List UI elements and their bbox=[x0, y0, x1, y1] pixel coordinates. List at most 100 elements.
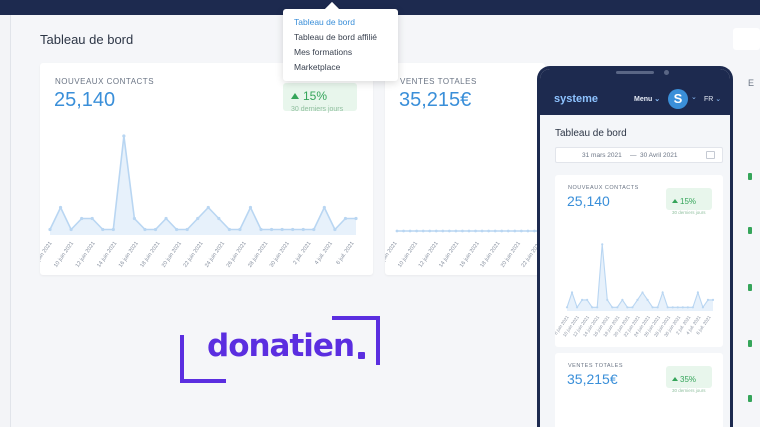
data-point bbox=[601, 243, 604, 246]
data-point bbox=[631, 306, 634, 309]
data-point bbox=[415, 229, 419, 233]
data-point bbox=[217, 216, 221, 221]
data-point bbox=[333, 227, 337, 232]
x-tick-label: 12 juin 2021 bbox=[75, 241, 97, 269]
sales-card: VENTES TOTALES 35,215€ 8 juin 202110 jui… bbox=[385, 63, 545, 275]
right-edge-column: E bbox=[742, 30, 760, 427]
trend-indicator-icon bbox=[748, 227, 752, 234]
x-tick-label: 12 juin 2021 bbox=[418, 241, 440, 269]
trend-indicator-icon bbox=[748, 395, 752, 402]
data-point bbox=[428, 229, 432, 233]
data-point bbox=[434, 229, 438, 233]
data-point bbox=[447, 229, 451, 233]
data-point bbox=[661, 291, 664, 294]
mobile-contacts-card: NOUVEAUX CONTACTS 25,140 15% 30 derniers… bbox=[555, 175, 723, 347]
data-point bbox=[48, 227, 52, 232]
x-tick-label: 20 juin 2021 bbox=[500, 241, 522, 269]
data-point bbox=[69, 227, 73, 232]
data-point bbox=[291, 227, 295, 232]
data-point bbox=[656, 306, 659, 309]
data-point bbox=[526, 229, 530, 233]
mobile-sales-badge: 35% 30 derniers jours bbox=[666, 366, 712, 393]
x-tick-label: 18 juin 2021 bbox=[139, 241, 161, 269]
mobile-sales-label: VENTES TOTALES bbox=[568, 363, 623, 369]
date-range-picker[interactable]: 31 mars 2021 — 30 Avril 2021 bbox=[555, 147, 723, 163]
data-point bbox=[238, 227, 242, 232]
date-to: 30 Avril 2021 bbox=[640, 152, 678, 159]
data-point bbox=[570, 291, 574, 294]
data-point bbox=[533, 229, 536, 233]
data-point bbox=[421, 229, 425, 233]
data-point bbox=[626, 306, 629, 309]
x-tick-label: 14 juin 2021 bbox=[438, 241, 460, 269]
data-point bbox=[343, 216, 348, 221]
trend-indicator-icon bbox=[748, 340, 752, 347]
data-point bbox=[301, 227, 305, 232]
data-point bbox=[58, 205, 63, 210]
x-tick-label: 8 juin 2021 bbox=[385, 241, 399, 266]
data-point bbox=[441, 229, 445, 233]
data-point bbox=[686, 306, 689, 309]
data-point bbox=[691, 306, 694, 309]
data-point bbox=[248, 205, 253, 210]
mobile-menu-button[interactable]: Menu ⌄ bbox=[634, 95, 660, 103]
mobile-sales-badge-pct: 35% bbox=[680, 375, 697, 384]
data-point bbox=[666, 306, 669, 309]
language-selector[interactable]: FR ⌄ bbox=[704, 95, 721, 103]
trend-indicator-icon bbox=[748, 284, 752, 291]
data-point bbox=[259, 227, 263, 232]
data-point bbox=[280, 227, 284, 232]
date-from: 31 mars 2021 bbox=[582, 152, 622, 159]
calendar-icon bbox=[706, 151, 715, 159]
avatar[interactable]: S bbox=[668, 89, 688, 109]
contacts-card: NOUVEAUX CONTACTS 25,140 15% 30 derniers… bbox=[40, 63, 373, 275]
data-point bbox=[651, 306, 654, 309]
data-point bbox=[519, 229, 523, 233]
x-tick-label: 22 juin 2021 bbox=[183, 241, 205, 269]
data-point bbox=[611, 306, 614, 309]
data-point bbox=[493, 229, 497, 233]
menu-item-dashboard[interactable]: Tableau de bord bbox=[294, 17, 355, 27]
menu-item-my-courses[interactable]: Mes formations bbox=[294, 47, 352, 57]
x-tick-label: 6 juil. 2021 bbox=[335, 241, 355, 266]
data-point bbox=[153, 227, 158, 232]
language-label: FR bbox=[704, 96, 714, 103]
mobile-preview: systeme Menu ⌄ S ⌄ FR ⌄ Tableau de bord … bbox=[537, 66, 733, 427]
chevron-down-icon: ⌄ bbox=[691, 94, 697, 101]
watermark-logo: donatien bbox=[207, 328, 355, 364]
trend-indicator-icon bbox=[748, 173, 752, 180]
data-point bbox=[227, 227, 231, 232]
phone-speaker bbox=[616, 71, 654, 74]
data-point bbox=[402, 229, 405, 233]
up-arrow-icon bbox=[672, 377, 678, 381]
data-point bbox=[132, 216, 137, 221]
x-tick-label: 26 juin 2021 bbox=[226, 241, 248, 269]
data-point bbox=[111, 227, 115, 232]
mobile-page-title: Tableau de bord bbox=[555, 128, 627, 139]
data-point bbox=[143, 227, 147, 232]
data-point bbox=[681, 306, 684, 309]
data-point bbox=[454, 229, 458, 233]
data-point bbox=[701, 306, 705, 309]
data-point bbox=[621, 298, 624, 301]
x-tick-label: 8 juin 2021 bbox=[40, 241, 54, 266]
data-point bbox=[586, 298, 589, 301]
data-point bbox=[354, 216, 358, 221]
mobile-sales-badge-period: 30 derniers jours bbox=[672, 388, 706, 393]
page-title: Tableau de bord bbox=[40, 32, 134, 47]
data-point bbox=[581, 298, 584, 301]
data-point bbox=[671, 306, 674, 309]
menu-item-marketplace[interactable]: Marketplace bbox=[294, 62, 340, 72]
x-tick-label: 10 juin 2021 bbox=[397, 241, 419, 269]
phone-camera bbox=[664, 70, 669, 75]
edge-column-header: E bbox=[748, 78, 755, 88]
data-point bbox=[461, 229, 464, 233]
data-point bbox=[322, 205, 326, 210]
data-point bbox=[196, 216, 200, 221]
data-point bbox=[467, 229, 471, 233]
x-tick-label: 16 juin 2021 bbox=[459, 241, 481, 269]
data-point bbox=[513, 229, 517, 233]
menu-item-affiliate-dashboard[interactable]: Tableau de bord affilié bbox=[294, 32, 377, 42]
sales-chart: 8 juin 202110 juin 202112 juin 202114 ju… bbox=[385, 229, 543, 269]
date-separator: — bbox=[630, 152, 637, 159]
